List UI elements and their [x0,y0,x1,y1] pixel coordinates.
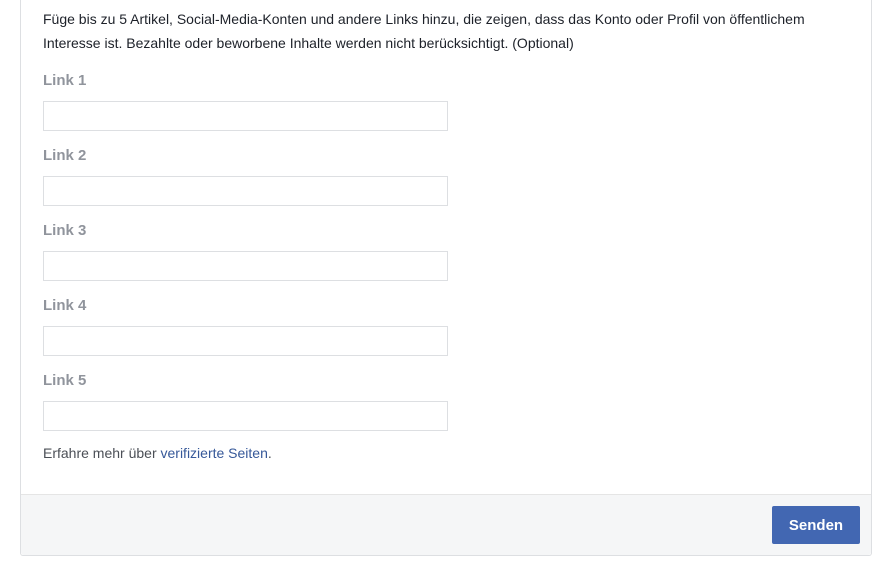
send-button[interactable]: Senden [772,506,860,544]
link-5-label: Link 5 [43,372,87,389]
form-footer: Senden [21,494,871,555]
link-1-input[interactable] [43,101,448,131]
link-3-label: Link 3 [43,222,87,239]
learn-more-prefix: Erfahre mehr über [43,445,161,461]
verified-pages-link[interactable]: verifizierte Seiten [161,445,268,461]
form-description: Füge bis zu 5 Artikel, Social-Media-Kont… [43,11,805,51]
link-4-input[interactable] [43,326,448,356]
link-2-input[interactable] [43,176,448,206]
verification-form-panel: Füge bis zu 5 Artikel, Social-Media-Kont… [20,0,872,556]
link-2-label: Link 2 [43,147,87,164]
link-5-input[interactable] [43,401,448,431]
link-4-label: Link 4 [43,297,87,314]
link-1-label: Link 1 [43,72,87,89]
learn-more-text: Erfahre mehr über verifizierte Seiten. [43,444,272,462]
link-3-input[interactable] [43,251,448,281]
learn-more-suffix: . [267,445,272,461]
